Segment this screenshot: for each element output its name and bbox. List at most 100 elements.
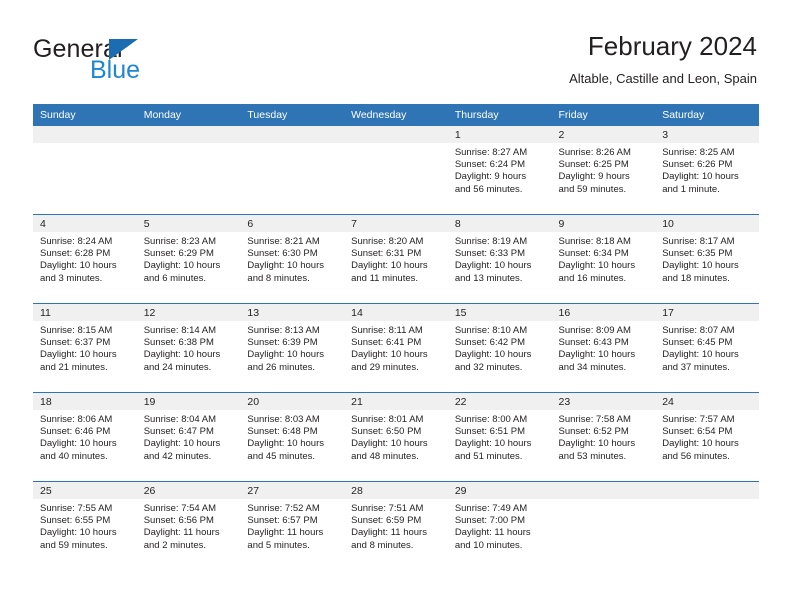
day-details: Sunrise: 8:18 AM Sunset: 6:34 PM Daylight:… (552, 232, 656, 285)
day-number: 28 (344, 482, 448, 499)
day-number (136, 126, 241, 143)
daylight-text-line1: Daylight: 11 hours (247, 527, 324, 539)
calendar-day-cell[interactable]: 15 Sunrise: 8:10 AM Sunset: 6:42 PM Dayligh… (447, 303, 552, 393)
day-number: 25 (33, 482, 137, 499)
day-cell-content: 5 Sunrise: 8:23 AM Sunset: 6:29 PM Daylight… (136, 215, 241, 303)
calendar-day-cell[interactable]: 5 Sunrise: 8:23 AM Sunset: 6:29 PM Daylight… (136, 214, 241, 304)
day-number: 19 (136, 393, 241, 410)
day-number: 23 (551, 393, 656, 410)
calendar-day-cell[interactable]: 18 Sunrise: 8:06 AM Sunset: 6:46 PM Dayligh… (33, 392, 137, 482)
daylight-text-line1: Daylight: 10 hours (247, 260, 324, 272)
day-number: 20 (240, 393, 345, 410)
calendar-page: General Blue February 2024 Altable, Cast… (0, 0, 792, 612)
calendar-day-cell[interactable]: 7 Sunrise: 8:20 AM Sunset: 6:31 PM Daylight… (344, 214, 448, 304)
weekday-header-thursday: Thursday (447, 104, 552, 126)
daylight-text-line2: and 29 minutes. (351, 361, 419, 373)
calendar-day-cell[interactable]: 3 Sunrise: 8:25 AM Sunset: 6:26 PM Daylight… (655, 126, 759, 215)
sunrise-text: Sunrise: 8:20 AM (351, 236, 424, 247)
day-cell-content (136, 126, 241, 214)
day-cell-content: 20 Sunrise: 8:03 AM Sunset: 6:48 PM Dayligh… (240, 393, 345, 481)
calendar-day-cell[interactable]: 23 Sunrise: 7:58 AM Sunset: 6:52 PM Dayligh… (551, 392, 656, 482)
daylight-text-line2: and 51 minutes. (454, 450, 523, 462)
calendar-day-cell[interactable]: 20 Sunrise: 8:03 AM Sunset: 6:48 PM Dayligh… (240, 392, 345, 482)
sunset-text: Sunset: 6:25 PM (558, 159, 629, 171)
day-number: 5 (136, 215, 241, 232)
daylight-text-line2: and 53 minutes. (558, 450, 627, 462)
daylight-text-line1: Daylight: 10 hours (351, 438, 428, 450)
sunrise-text: Sunrise: 8:00 AM (454, 414, 528, 425)
daylight-text-line1: Daylight: 11 hours (143, 527, 220, 539)
sunrise-text: Sunrise: 8:17 AM (662, 236, 735, 247)
daylight-text-line1: Daylight: 10 hours (662, 260, 739, 272)
sunrise-text: Sunrise: 8:18 AM (558, 236, 631, 247)
sunset-text: Sunset: 6:52 PM (558, 426, 629, 438)
sunrise-text: Sunrise: 7:52 AM (247, 503, 320, 514)
day-cell-content: 23 Sunrise: 7:58 AM Sunset: 6:52 PM Dayligh… (551, 393, 656, 481)
daylight-text-line2: and 24 minutes. (143, 361, 212, 373)
calendar-day-cell[interactable]: 14 Sunrise: 8:11 AM Sunset: 6:41 PM Dayligh… (344, 303, 448, 393)
day-number: 24 (655, 393, 759, 410)
calendar-day-cell[interactable]: 16 Sunrise: 8:09 AM Sunset: 6:43 PM Dayligh… (551, 303, 656, 393)
daylight-text-line2: and 40 minutes. (40, 450, 108, 462)
day-details: Sunrise: 8:00 AM Sunset: 6:51 PM Daylight:… (448, 410, 552, 463)
day-number: 15 (447, 304, 552, 321)
weekday-header-saturday: Saturday (655, 104, 759, 126)
calendar-day-cell[interactable]: 19 Sunrise: 8:04 AM Sunset: 6:47 PM Dayligh… (136, 392, 241, 482)
calendar-day-cell[interactable]: 22 Sunrise: 8:00 AM Sunset: 6:51 PM Dayligh… (447, 392, 552, 482)
calendar-day-cell[interactable]: 13 Sunrise: 8:13 AM Sunset: 6:39 PM Dayligh… (240, 303, 345, 393)
sunset-text: Sunset: 6:31 PM (351, 248, 422, 260)
sunset-text: Sunset: 6:29 PM (143, 248, 214, 260)
calendar-day-cell[interactable]: 4 Sunrise: 8:24 AM Sunset: 6:28 PM Daylight… (33, 214, 137, 304)
sunset-text: Sunset: 6:51 PM (454, 426, 526, 438)
day-cell-content (33, 126, 137, 214)
general-blue-logo[interactable]: General Blue (33, 36, 253, 86)
weekday-header-friday: Friday (551, 104, 656, 126)
day-number: 14 (344, 304, 448, 321)
calendar-day-cell[interactable]: 6 Sunrise: 8:21 AM Sunset: 6:30 PM Daylight… (240, 214, 345, 304)
calendar-day-cell[interactable]: 9 Sunrise: 8:18 AM Sunset: 6:34 PM Daylight… (551, 214, 656, 304)
calendar-day-cell[interactable]: 10 Sunrise: 8:17 AM Sunset: 6:35 PM Dayligh… (655, 214, 759, 304)
calendar-body: 1 Sunrise: 8:27 AM Sunset: 6:24 PM Daylight… (33, 126, 759, 570)
sunset-text: Sunset: 7:00 PM (454, 515, 526, 527)
sunrise-text: Sunrise: 7:49 AM (454, 503, 528, 514)
daylight-text-line2: and 8 minutes. (351, 539, 414, 551)
day-number: 9 (551, 215, 656, 232)
calendar-day-cell (136, 126, 241, 215)
calendar-day-cell[interactable]: 21 Sunrise: 8:01 AM Sunset: 6:50 PM Dayligh… (344, 392, 448, 482)
day-details: Sunrise: 8:26 AM Sunset: 6:25 PM Daylight:… (552, 143, 656, 196)
sunrise-text: Sunrise: 8:04 AM (143, 414, 217, 425)
calendar-day-cell[interactable]: 26 Sunrise: 7:54 AM Sunset: 6:56 PM Dayligh… (136, 481, 241, 570)
calendar-day-cell[interactable]: 28 Sunrise: 7:51 AM Sunset: 6:59 PM Dayligh… (344, 481, 448, 570)
calendar-day-cell[interactable]: 17 Sunrise: 8:07 AM Sunset: 6:45 PM Dayligh… (655, 303, 759, 393)
daylight-text-line2: and 10 minutes. (454, 539, 523, 551)
daylight-text-line1: Daylight: 10 hours (351, 349, 428, 361)
calendar-day-cell[interactable]: 29 Sunrise: 7:49 AM Sunset: 7:00 PM Dayligh… (447, 481, 552, 570)
calendar-day-cell[interactable]: 8 Sunrise: 8:19 AM Sunset: 6:33 PM Daylight… (447, 214, 552, 304)
calendar-day-cell[interactable]: 1 Sunrise: 8:27 AM Sunset: 6:24 PM Daylight… (447, 126, 552, 215)
calendar-day-cell[interactable]: 25 Sunrise: 7:55 AM Sunset: 6:55 PM Dayligh… (33, 481, 137, 570)
sunset-text: Sunset: 6:38 PM (143, 337, 214, 349)
sunrise-text: Sunrise: 8:01 AM (351, 414, 424, 425)
sunset-text: Sunset: 6:39 PM (247, 337, 318, 349)
calendar-day-cell[interactable]: 11 Sunrise: 8:15 AM Sunset: 6:37 PM Dayligh… (33, 303, 137, 393)
sunset-text: Sunset: 6:43 PM (558, 337, 629, 349)
day-number: 12 (136, 304, 241, 321)
day-details: Sunrise: 8:06 AM Sunset: 6:46 PM Daylight:… (33, 410, 137, 463)
daylight-text-line1: Daylight: 10 hours (558, 438, 636, 450)
calendar-day-cell (240, 126, 345, 215)
sunset-text: Sunset: 6:33 PM (454, 248, 526, 260)
daylight-text-line1: Daylight: 10 hours (454, 438, 532, 450)
day-cell-content: 22 Sunrise: 8:00 AM Sunset: 6:51 PM Dayligh… (447, 393, 552, 481)
day-number: 3 (655, 126, 759, 143)
day-number: 7 (344, 215, 448, 232)
day-cell-content: 12 Sunrise: 8:14 AM Sunset: 6:38 PM Dayligh… (136, 304, 241, 392)
calendar-day-cell[interactable]: 27 Sunrise: 7:52 AM Sunset: 6:57 PM Dayligh… (240, 481, 345, 570)
calendar-day-cell[interactable]: 24 Sunrise: 7:57 AM Sunset: 6:54 PM Dayligh… (655, 392, 759, 482)
calendar-day-cell[interactable]: 12 Sunrise: 8:14 AM Sunset: 6:38 PM Dayligh… (136, 303, 241, 393)
calendar-week-row: 25 Sunrise: 7:55 AM Sunset: 6:55 PM Dayligh… (33, 481, 759, 570)
day-number: 8 (447, 215, 552, 232)
daylight-text-line1: Daylight: 10 hours (143, 260, 221, 272)
daylight-text-line2: and 56 minutes. (454, 183, 523, 195)
calendar-day-cell[interactable]: 2 Sunrise: 8:26 AM Sunset: 6:25 PM Daylight… (551, 126, 656, 215)
day-number: 26 (136, 482, 241, 499)
